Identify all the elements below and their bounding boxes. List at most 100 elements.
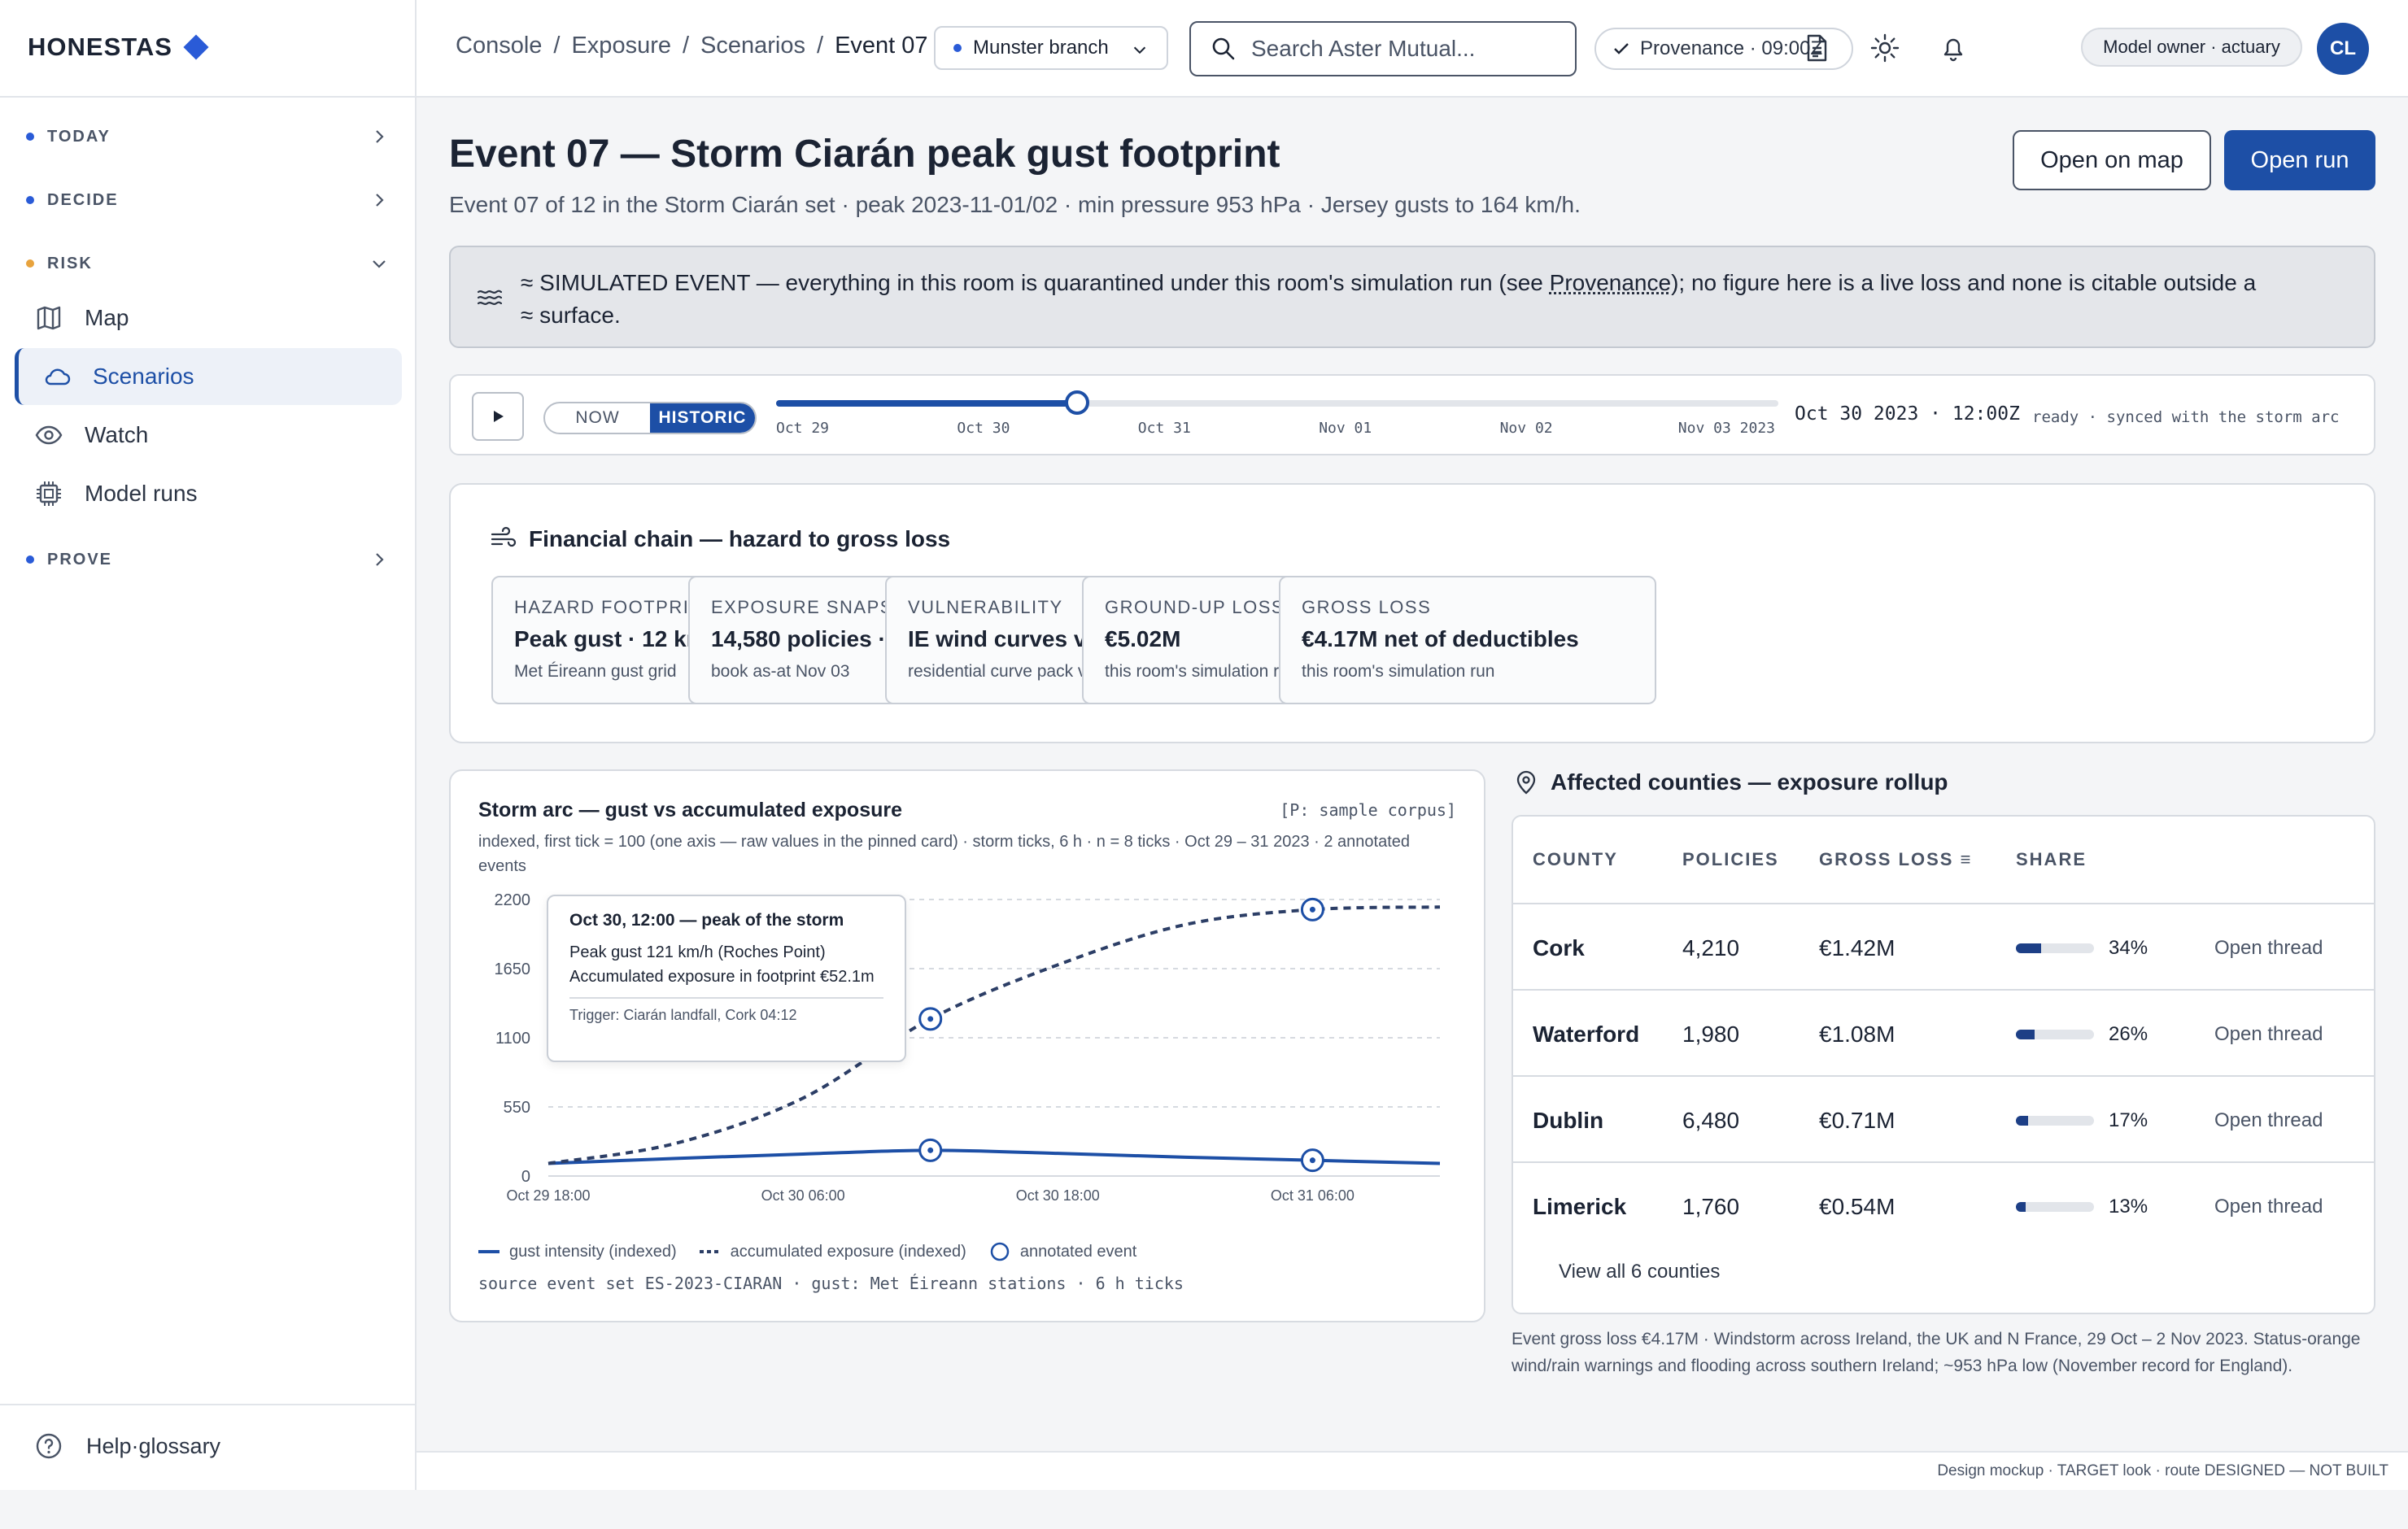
nav-section-risk[interactable]: RISK (26, 247, 389, 280)
county-policies: 4,210 (1682, 935, 1740, 961)
chain-title: Financial chain — hazard to gross loss (490, 525, 950, 553)
nav-section-label: DECIDE (47, 190, 119, 209)
branch-selector[interactable]: Munster branch (934, 26, 1168, 70)
branch-dot-icon (953, 44, 962, 52)
column-header-gross-loss[interactable]: GROSS LOSS ≡ (1819, 849, 1972, 870)
nav-section-today[interactable]: TODAY (26, 120, 389, 153)
nav-section-label: RISK (47, 254, 93, 272)
sidebar-item-map[interactable]: Map (15, 290, 402, 346)
breadcrumb-console[interactable]: Console (456, 33, 542, 59)
y-tick-label: 550 (504, 1099, 530, 1117)
section-dot-icon (26, 555, 34, 564)
view-all-counties-link[interactable]: View all 6 counties (1559, 1261, 1720, 1283)
role-badge[interactable]: Model owner · actuary (2081, 28, 2302, 67)
table-row[interactable]: Waterford 1,980 €1.08M 26% Open thread (1513, 989, 2374, 1075)
sun-icon[interactable] (1869, 33, 1900, 63)
counties-note: Event gross loss €4.17M · Windstorm acro… (1512, 1330, 2361, 1375)
column-header-policies[interactable]: POLICIES (1682, 849, 1779, 870)
county-share: 17% (2109, 1109, 2148, 1131)
tooltip-title: Oct 30, 12:00 — peak of the storm (569, 911, 844, 930)
help-label: Help·glossary (86, 1433, 221, 1458)
breadcrumb-separator: / (682, 33, 690, 59)
section-dot-icon (26, 196, 34, 204)
brand-logo[interactable]: HONESTAS (28, 33, 209, 62)
open-run-button[interactable]: Open run (2224, 130, 2375, 190)
chain-step-card[interactable]: GROSS LOSS €4.17M net of deductibles this … (1279, 576, 1656, 704)
sidebar-item-label: Watch (85, 422, 149, 447)
breadcrumb-exposure[interactable]: Exposure (571, 33, 671, 59)
cloud-icon (45, 368, 71, 386)
document-icon[interactable] (1801, 33, 1832, 63)
chain-title-text: Financial chain — hazard to gross loss (529, 526, 951, 551)
play-button[interactable] (472, 392, 524, 441)
help-icon (36, 1433, 62, 1459)
timeline-tick: Nov 02 (1499, 420, 1553, 437)
x-tick-label: Oct 30 06:00 (761, 1187, 845, 1204)
waves-icon (477, 290, 503, 305)
county-gross-loss: €1.08M (1819, 1022, 1895, 1047)
top-bar: Console / Exposure / Scenarios / Event 0… (417, 0, 2408, 98)
section-dot-icon (26, 133, 34, 141)
share-bar (2016, 1202, 2094, 1212)
chain-step-source: this room's simulation run (1302, 662, 1495, 681)
legend-item-annotated: annotated event (1019, 1242, 1137, 1261)
share-bar (2016, 943, 2094, 953)
open-on-map-button[interactable]: Open on map (2013, 130, 2211, 190)
county-gross-loss: €0.54M (1819, 1194, 1895, 1219)
timeline-tick: Oct 31 (1137, 420, 1191, 437)
mode-historic[interactable]: HISTORIC (650, 403, 755, 433)
search-box[interactable] (1189, 21, 1577, 76)
table-row[interactable]: Dublin 6,480 €0.71M 17% Open thread (1513, 1075, 2374, 1161)
annotated-event-dot (927, 1147, 934, 1153)
map-icon (37, 306, 61, 330)
simulation-banner: ≈ SIMULATED EVENT — everything in this r… (449, 246, 2375, 348)
column-header-county[interactable]: COUNTY (1533, 849, 1618, 870)
nav-section-decide[interactable]: DECIDE (26, 184, 389, 216)
timeline-tick: Nov 03 2023 (1677, 420, 1775, 437)
page-title: Event 07 — Storm Ciarán peak gust footpr… (449, 133, 1280, 176)
annotated-event-dot (1309, 1157, 1315, 1164)
pin-icon (1516, 770, 1536, 795)
banner-suffix: ); no figure here is a live loss and non… (1671, 270, 2257, 295)
x-tick-label: Oct 31 06:00 (1271, 1187, 1354, 1204)
sidebar-item-label: Map (85, 305, 129, 330)
county-share: 26% (2109, 1023, 2148, 1045)
counties-title: Affected counties — exposure rollup (1513, 769, 1948, 795)
table-row[interactable]: Cork 4,210 €1.42M 34% Open thread (1513, 903, 2374, 989)
county-name: Dublin (1533, 1108, 1604, 1133)
share-bar (2016, 1116, 2094, 1126)
open-thread-link[interactable]: Open thread (2214, 937, 2323, 960)
table-row[interactable]: Limerick 1,760 €0.54M 13% Open thread (1513, 1161, 2374, 1248)
tooltip-line2: Accumulated exposure in footprint €52.1m (569, 968, 875, 986)
county-name: Limerick (1533, 1194, 1627, 1219)
mode-now[interactable]: NOW (545, 403, 650, 433)
financial-chain-card: Financial chain — hazard to gross loss H… (449, 483, 2375, 743)
open-thread-link[interactable]: Open thread (2214, 1023, 2323, 1046)
brand-diamond-icon (183, 34, 209, 60)
legend-swatch-circle (990, 1242, 1010, 1261)
column-header-share[interactable]: SHARE (2016, 849, 2087, 870)
timeline-tick: Nov 01 (1319, 420, 1372, 437)
section-dot-icon (26, 259, 34, 268)
open-thread-link[interactable]: Open thread (2214, 1196, 2323, 1218)
avatar[interactable]: CL (2317, 23, 2369, 75)
county-policies: 1,760 (1682, 1194, 1740, 1219)
nav-section-prove[interactable]: PROVE (26, 543, 389, 576)
divider (0, 1404, 415, 1405)
open-thread-link[interactable]: Open thread (2214, 1109, 2323, 1132)
provenance-link[interactable]: Provenance (1550, 270, 1671, 295)
share-bar-fill (2016, 1030, 2035, 1039)
chain-step-value: €4.17M net of deductibles (1302, 626, 1579, 651)
help-glossary-link[interactable]: Help·glossary (34, 1431, 220, 1461)
bell-icon[interactable] (1938, 33, 1969, 63)
timeline-track[interactable] (776, 390, 1778, 415)
share-bar-fill (2016, 1202, 2026, 1212)
sidebar-item-watch[interactable]: Watch (15, 407, 402, 464)
sidebar-item-model-runs[interactable]: Model runs (15, 465, 402, 522)
search-input[interactable] (1251, 36, 1560, 62)
check-icon (1614, 43, 1629, 54)
timeline-handle[interactable] (1064, 390, 1089, 415)
play-icon (494, 411, 504, 422)
sidebar-item-scenarios[interactable]: Scenarios (15, 348, 402, 405)
breadcrumb-scenarios[interactable]: Scenarios (700, 33, 805, 59)
